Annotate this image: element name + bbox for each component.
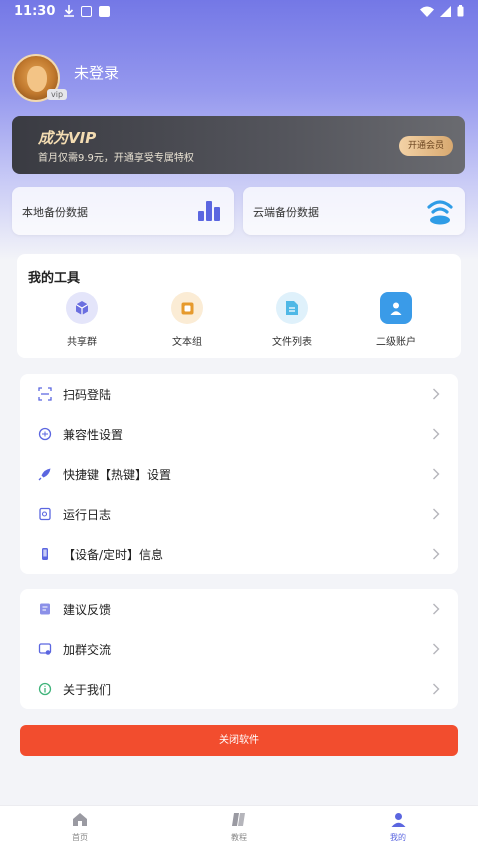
group-icon bbox=[38, 643, 52, 655]
cube-icon bbox=[66, 292, 98, 324]
notification-a-icon bbox=[81, 5, 93, 17]
open-membership-button[interactable]: 开通会员 bbox=[398, 136, 453, 156]
my-tools-title: 我的工具 bbox=[28, 271, 81, 286]
download-icon bbox=[64, 5, 75, 17]
chevron-right-icon bbox=[433, 548, 440, 560]
tab-label: 我的 bbox=[390, 833, 406, 842]
menu-label: 运行日志 bbox=[63, 508, 112, 522]
chevron-right-icon bbox=[433, 468, 440, 480]
cloud-signal-icon bbox=[427, 200, 453, 225]
menu-label: 兼容性设置 bbox=[63, 428, 124, 442]
username-label[interactable]: 未登录 bbox=[74, 62, 119, 83]
cloud-backup-card[interactable]: 云端备份数据 bbox=[243, 187, 465, 235]
menu-label: 扫码登陆 bbox=[63, 388, 112, 402]
tool-label: 共享群 bbox=[67, 337, 97, 348]
battery-icon bbox=[457, 5, 464, 17]
status-time: 11:30 bbox=[14, 3, 56, 19]
compat-icon bbox=[38, 427, 52, 441]
tool-label: 文本组 bbox=[172, 337, 202, 348]
chevron-right-icon bbox=[433, 683, 440, 695]
file-list-icon bbox=[276, 292, 308, 324]
device-icon bbox=[42, 548, 48, 560]
tool-sub-account[interactable]: 二级账户 bbox=[356, 292, 436, 348]
menu-item-feedback[interactable]: 建议反馈 bbox=[20, 589, 458, 629]
tutorial-icon bbox=[232, 813, 245, 826]
my-tools-card: 我的工具 共享群 文本组 文件列表 二级账户 bbox=[17, 254, 461, 358]
tool-shared-group[interactable]: 共享群 bbox=[42, 292, 122, 348]
about-menu-card: 建议反馈 加群交流 关于我们 bbox=[20, 589, 458, 709]
log-icon bbox=[39, 507, 51, 521]
tab-mine[interactable]: 我的 bbox=[358, 812, 438, 843]
cell-signal-icon bbox=[440, 5, 451, 17]
tool-label: 二级账户 bbox=[376, 337, 416, 348]
menu-item-hotkey[interactable]: 快捷键【热键】设置 bbox=[20, 454, 458, 494]
tool-text-group[interactable]: 文本组 bbox=[147, 292, 227, 348]
bottom-tab-bar: 首页 教程 我的 bbox=[0, 805, 478, 849]
chevron-right-icon bbox=[433, 643, 440, 655]
status-bar: 11:30 bbox=[0, 0, 478, 22]
info-icon bbox=[38, 682, 52, 696]
close-app-button[interactable]: 关闭软件 bbox=[20, 725, 458, 756]
menu-label: 【设备/定时】信息 bbox=[63, 548, 164, 562]
tab-home[interactable]: 首页 bbox=[40, 812, 120, 843]
bar-chart-icon bbox=[198, 199, 222, 221]
menu-label: 快捷键【热键】设置 bbox=[63, 468, 172, 482]
menu-item-about-us[interactable]: 关于我们 bbox=[20, 669, 458, 709]
local-backup-card[interactable]: 本地备份数据 bbox=[12, 187, 234, 235]
notification-square-icon bbox=[99, 5, 111, 17]
menu-item-compat[interactable]: 兼容性设置 bbox=[20, 414, 458, 454]
user-account-icon bbox=[380, 292, 412, 324]
vip-subtitle: 首月仅需9.9元，开通享受专属特权 bbox=[38, 153, 194, 164]
feedback-icon bbox=[40, 603, 50, 615]
menu-item-device-info[interactable]: 【设备/定时】信息 bbox=[20, 534, 458, 574]
tab-label: 教程 bbox=[231, 833, 247, 842]
chevron-right-icon bbox=[433, 603, 440, 615]
vip-banner[interactable]: 成为VIP 首月仅需9.9元，开通享受专属特权 开通会员 bbox=[12, 116, 465, 174]
document-icon bbox=[171, 292, 203, 324]
vip-badge: vip bbox=[47, 89, 68, 100]
chevron-right-icon bbox=[433, 388, 440, 400]
tool-file-list[interactable]: 文件列表 bbox=[252, 292, 332, 348]
tool-label: 文件列表 bbox=[272, 337, 312, 348]
menu-label: 建议反馈 bbox=[63, 603, 112, 617]
cloud-backup-label: 云端备份数据 bbox=[253, 206, 319, 219]
chevron-right-icon bbox=[433, 428, 440, 440]
home-icon bbox=[73, 813, 87, 826]
dog-avatar-face bbox=[27, 66, 47, 92]
wifi-signal-icon bbox=[420, 6, 434, 17]
menu-label: 关于我们 bbox=[63, 683, 112, 697]
tab-tutorial[interactable]: 教程 bbox=[199, 812, 279, 843]
local-backup-label: 本地备份数据 bbox=[22, 206, 88, 219]
vip-title: 成为VIP bbox=[38, 129, 97, 147]
menu-item-run-log[interactable]: 运行日志 bbox=[20, 494, 458, 534]
scan-icon bbox=[38, 387, 52, 401]
chevron-right-icon bbox=[433, 508, 440, 520]
profile-icon bbox=[391, 813, 405, 827]
settings-menu-card: 扫码登陆 兼容性设置 快捷键【热键】设置 运行日志 【设备/定时】信息 bbox=[20, 374, 458, 574]
rocket-icon bbox=[38, 468, 51, 481]
menu-item-join-group[interactable]: 加群交流 bbox=[20, 629, 458, 669]
menu-label: 加群交流 bbox=[63, 643, 112, 657]
tab-label: 首页 bbox=[72, 833, 88, 842]
menu-item-scan-login[interactable]: 扫码登陆 bbox=[20, 374, 458, 414]
